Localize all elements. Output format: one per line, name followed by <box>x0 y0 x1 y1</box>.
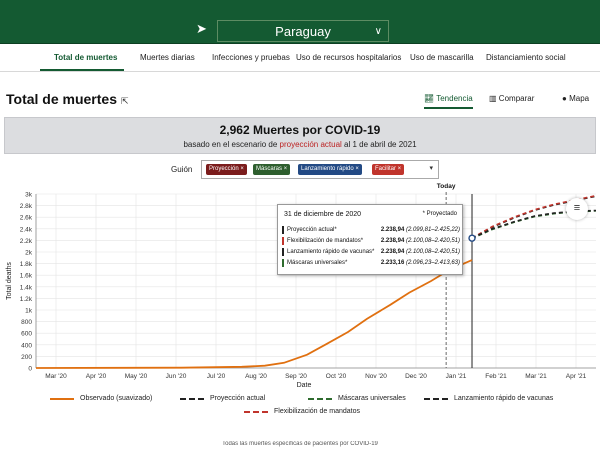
tab-daily-deaths[interactable]: Muertes diarias <box>140 53 195 62</box>
x-tick-label: Apr '20 <box>86 373 107 380</box>
y-tick-label: 2.2k <box>20 238 33 245</box>
x-tick-label: Sep '20 <box>285 373 307 380</box>
x-axis-label: Date <box>297 382 312 389</box>
x-tick-label: Dec '20 <box>405 373 427 380</box>
scenario-label: Guión <box>171 165 193 174</box>
x-tick-label: Oct '20 <box>326 373 347 380</box>
y-tick-label: 0 <box>28 366 32 373</box>
chevron-down-icon: ▾ <box>429 165 433 172</box>
view-trend-button[interactable]: 📈︎ Tendencia <box>424 94 473 109</box>
y-tick-label: 2.8k <box>20 203 33 210</box>
chip-masks[interactable]: Máscaras × <box>253 164 291 175</box>
view-map-button[interactable]: ● Mapa <box>562 94 589 103</box>
tooltip-row: Máscaras universales* 2.233,16 (2.096,23–… <box>282 258 460 268</box>
y-tick-label: 600 <box>21 331 32 338</box>
chip-ease-mandates[interactable]: Facilitar × <box>372 164 405 175</box>
top-bar: ➤ Paraguay ∨ <box>0 0 600 44</box>
chart-legend: Observado (suavizado) Proyección actual … <box>0 392 600 422</box>
navigation-arrow-icon[interactable]: ➤ <box>196 22 207 36</box>
x-tick-label: Nov '20 <box>365 373 387 380</box>
main-nav: Total de muertes Muertes diarias Infecci… <box>0 44 600 72</box>
y-tick-label: 800 <box>21 319 32 326</box>
y-tick-label: 2.4k <box>20 226 33 233</box>
x-tick-label: Apr '21 <box>566 373 587 380</box>
hover-point <box>468 234 476 242</box>
x-tick-label: Mar '20 <box>45 373 67 380</box>
y-tick-label: 400 <box>21 342 32 349</box>
x-tick-label: Jun '20 <box>166 373 187 380</box>
external-link-icon[interactable]: ⇱ <box>121 96 129 106</box>
chart-tooltip: 31 de diciembre de 2020 * Proyectado Pro… <box>277 204 463 275</box>
tooltip-row: Lanzamiento rápido de vacunas* 2.238,94 (… <box>282 247 460 257</box>
x-tick-label: Aug '20 <box>245 373 267 380</box>
chevron-down-icon: ∨ <box>374 26 382 37</box>
chart-footnote: Todas las muertes específicas de pacient… <box>222 441 378 447</box>
today-label: Today <box>437 183 456 190</box>
y-tick-label: 2.6k <box>20 215 33 222</box>
y-tick-label: 200 <box>21 354 32 361</box>
country-selector[interactable]: Paraguay ∨ <box>217 20 389 42</box>
summary-headline: 2,962 Muertes por COVID-19 <box>219 123 381 137</box>
bar-chart-icon: ▥ <box>489 94 497 103</box>
y-tick-label: 1.2k <box>20 296 33 303</box>
summary-box: 2,962 Muertes por COVID-19 basado en el … <box>4 117 596 154</box>
tooltip-date: 31 de diciembre de 2020 <box>284 211 362 218</box>
globe-icon: ● <box>562 94 567 103</box>
hamburger-menu-icon[interactable]: ≡ <box>566 198 588 220</box>
y-tick-label: 1k <box>25 308 33 315</box>
x-tick-label: Jul '20 <box>207 373 226 380</box>
active-tab-indicator <box>40 69 124 71</box>
view-compare-button[interactable]: ▥ Comparar <box>489 94 534 103</box>
chip-rapid-rollout[interactable]: Lanzamiento rápido × <box>298 164 362 175</box>
x-tick-label: Feb '21 <box>485 373 507 380</box>
tooltip-row: Proyección actual* 2.238,94 (2.099,81–2.4… <box>282 225 460 235</box>
summary-subtitle: basado en el escenario de proyección act… <box>183 140 417 149</box>
y-tick-label: 3k <box>25 192 33 199</box>
scenario-select[interactable]: Proyección × Máscaras × Lanzamiento rápi… <box>201 160 439 179</box>
y-tick-label: 2k <box>25 250 33 257</box>
country-name: Paraguay <box>275 24 331 39</box>
x-tick-label: Jan '21 <box>446 373 467 380</box>
series-line-0 <box>35 259 473 369</box>
y-axis-label: Total deaths <box>6 262 13 300</box>
tab-hospital-resources[interactable]: Uso de recursos hospitalarios <box>296 53 401 62</box>
tab-infections-testing[interactable]: Infecciones y pruebas <box>212 53 290 62</box>
tab-social-distancing[interactable]: Distanciamiento social <box>486 53 566 62</box>
y-tick-label: 1.8k <box>20 261 33 268</box>
chip-projection[interactable]: Proyección × <box>206 164 247 175</box>
tooltip-row: Flexibilización de mandatos* 2.238,94 (2.… <box>282 236 460 246</box>
y-tick-label: 1.4k <box>20 284 33 291</box>
y-tick-label: 1.6k <box>20 273 33 280</box>
x-tick-label: May '20 <box>125 373 148 380</box>
tab-mask-use[interactable]: Uso de mascarilla <box>410 53 474 62</box>
tooltip-tag: * Proyectado <box>422 211 457 217</box>
page-title: Total de muertes ⇱ <box>6 91 129 107</box>
tab-total-deaths[interactable]: Total de muertes <box>54 53 117 62</box>
x-tick-label: Mar '21 <box>525 373 547 380</box>
line-chart-icon: 📈︎ <box>424 94 435 103</box>
